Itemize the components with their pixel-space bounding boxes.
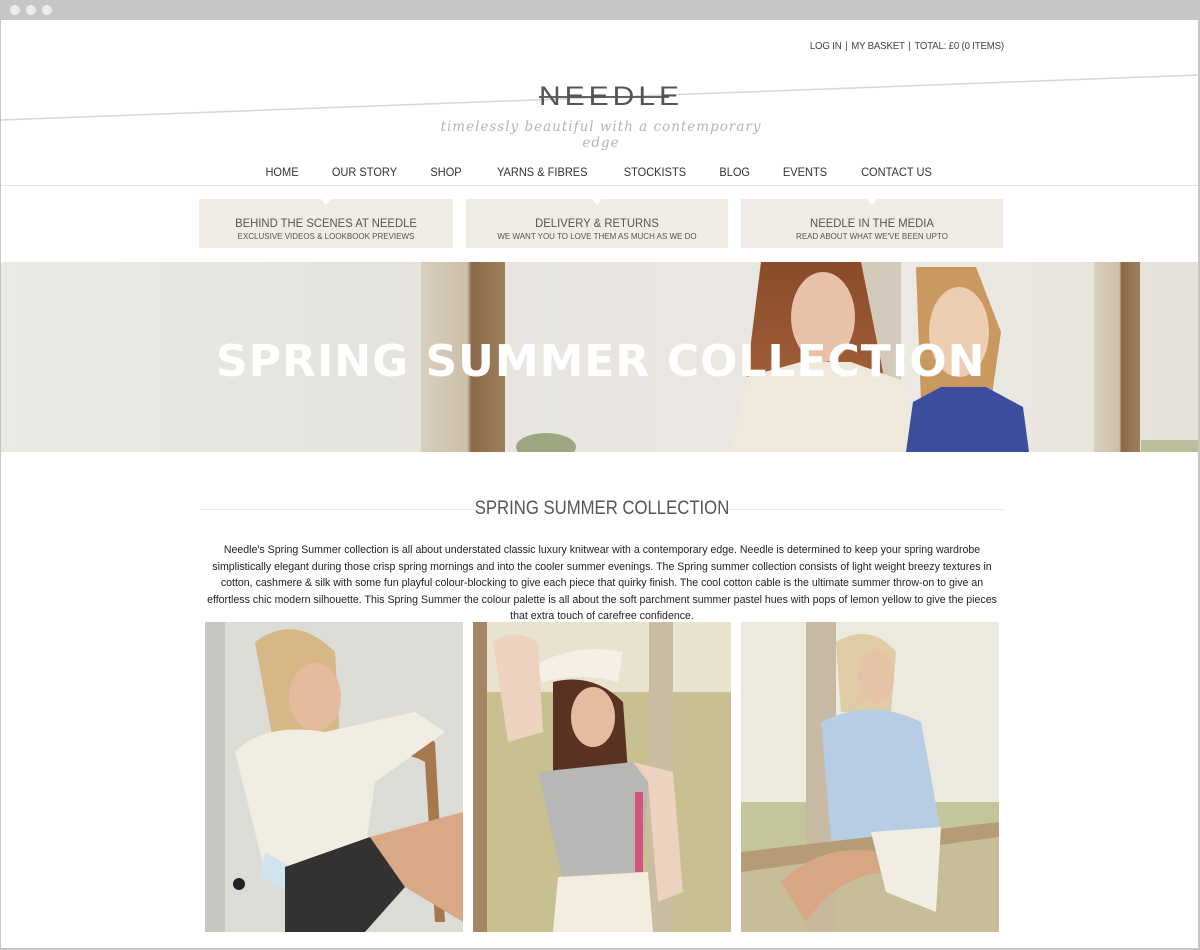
hero-banner[interactable]: SPRING SUMMER COLLECTION (1, 262, 1198, 452)
separator: | (845, 40, 848, 52)
promo-boxes: BEHIND THE SCENES AT NEEDLE EXCLUSIVE VI… (199, 199, 1003, 248)
notch-indicator (867, 199, 877, 205)
promo-behind-the-scenes[interactable]: BEHIND THE SCENES AT NEEDLE EXCLUSIVE VI… (199, 199, 453, 248)
brand-tagline: timelessly beautiful with a contemporary… (440, 119, 762, 151)
promo-subtitle: READ ABOUT WHAT WE'VE BEEN UPTO (796, 231, 948, 241)
logo-strike-line (539, 96, 669, 98)
login-link[interactable]: LOG IN (810, 40, 842, 52)
promo-needle-in-media[interactable]: NEEDLE IN THE MEDIA READ ABOUT WHAT WE'V… (741, 199, 1003, 248)
basket-total[interactable]: TOTAL: £0 (0 ITEMS) (914, 40, 1004, 52)
window-maximize-button[interactable] (42, 5, 52, 15)
nav-home[interactable]: HOME (265, 165, 298, 179)
promo-title: NEEDLE IN THE MEDIA (810, 216, 934, 230)
photo-cream-jumper (205, 622, 463, 932)
nav-stockists[interactable]: STOCKISTS (624, 165, 686, 179)
needle-logo[interactable]: NEEDLE (539, 83, 679, 111)
promo-subtitle: WE WANT YOU TO LOVE THEM AS MUCH AS WE D… (497, 231, 697, 241)
main-navigation: HOME OUR STORY SHOP YARNS & FIBRES STOCK… (1, 163, 1198, 185)
promo-title: DELIVERY & RETURNS (535, 216, 659, 230)
notch-indicator (321, 199, 331, 205)
my-basket-link[interactable]: MY BASKET (851, 40, 905, 52)
photo-colourblock-jumper (473, 622, 731, 932)
collection-description: Needle's Spring Summer collection is all… (207, 544, 997, 623)
browser-viewport: LOG IN | MY BASKET | TOTAL: £0 (0 ITEMS) NEE… (1, 20, 1198, 948)
nav-contact-us[interactable]: CONTACT US (861, 165, 932, 179)
promo-title: BEHIND THE SCENES AT NEEDLE (235, 216, 417, 230)
nav-yarns-fibres[interactable]: YARNS & FIBRES (497, 165, 588, 179)
browser-title-bar (0, 0, 1200, 20)
account-bar: LOG IN | MY BASKET | TOTAL: £0 (0 ITEMS) (810, 40, 1004, 52)
promo-delivery-returns[interactable]: DELIVERY & RETURNS WE WANT YOU TO LOVE T… (466, 199, 728, 248)
nav-our-story[interactable]: OUR STORY (332, 165, 397, 179)
product-photo-2[interactable] (473, 622, 731, 932)
window-minimize-button[interactable] (26, 5, 36, 15)
nav-blog[interactable]: BLOG (719, 165, 750, 179)
notch-indicator (592, 199, 602, 205)
nav-events[interactable]: EVENTS (783, 165, 827, 179)
promo-subtitle: EXCLUSIVE VIDEOS & LOOKBOOK PREVIEWS (237, 231, 415, 241)
nav-shop[interactable]: SHOP (431, 165, 462, 179)
product-photo-1[interactable] (205, 622, 463, 932)
collection-heading: SPRING SUMMER COLLECTION (474, 498, 730, 519)
collection-heading-block: SPRING SUMMER COLLECTION (200, 498, 1004, 520)
hero-title: SPRING SUMMER COLLECTION (216, 336, 986, 387)
separator: | (908, 40, 911, 52)
window-close-button[interactable] (10, 5, 20, 15)
product-photo-3[interactable] (741, 622, 999, 932)
nav-divider (1, 185, 1198, 186)
photo-blue-cable-jumper (741, 622, 999, 932)
